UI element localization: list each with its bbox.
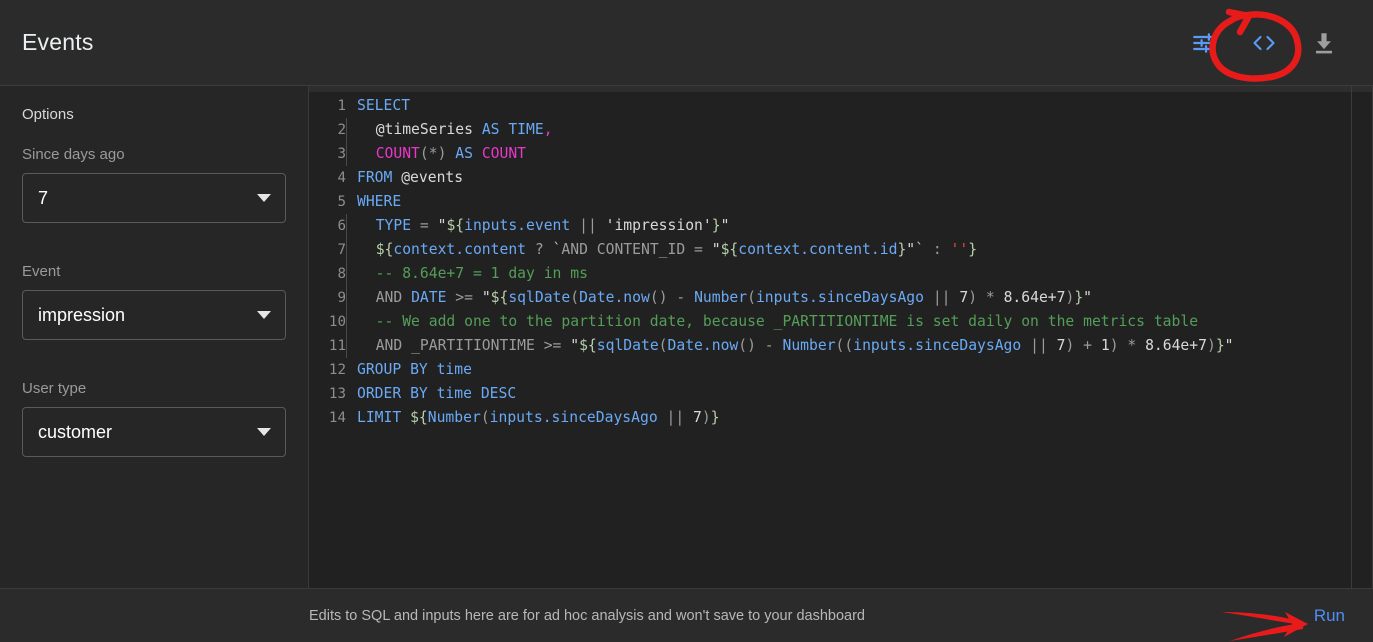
run-button[interactable]: Run (1312, 602, 1347, 630)
code-line-text: SELECT (357, 97, 411, 114)
code-line: 14 LIMIT ${Number(inputs.sinceDaysAgo || … (309, 406, 1372, 430)
sql-editor-panel: Events Options Since days ago 7 Event im… (0, 0, 1373, 642)
code-line-text: -- 8.64e+7 = 1 day in ms (346, 262, 588, 286)
user-type-select[interactable]: customer (22, 407, 286, 457)
line-number: 12 (328, 362, 346, 378)
code-line-text: WHERE (357, 193, 402, 210)
line-number: 5 (337, 194, 346, 210)
user-type-value: customer (38, 421, 113, 442)
code-icon-glyph (1253, 35, 1275, 50)
event-value: impression (38, 304, 126, 325)
field-since-days-ago: Since days ago 7 (22, 146, 286, 223)
editor-scroll-rule (1351, 86, 1352, 588)
field-event: Event impression (22, 263, 286, 340)
code-line: 7 ${context.content ? `AND CONTENT_ID = … (309, 238, 1372, 262)
code-line: 1 SELECT (309, 94, 1372, 118)
code-line: 3 COUNT(*) AS COUNT (309, 142, 1372, 166)
code-line-text: AND DATE >= "${sqlDate(Date.now() - Numb… (346, 286, 1092, 310)
editor-region: 1 SELECT 2 @timeSeries AS TIME, 3 COUNT(*) … (309, 86, 1373, 588)
code-line: 8 -- 8.64e+7 = 1 day in ms (309, 262, 1372, 286)
sql-code-editor[interactable]: 1 SELECT 2 @timeSeries AS TIME, 3 COUNT(*) … (309, 92, 1372, 588)
code-icon[interactable] (1247, 26, 1281, 60)
tune-icon-glyph (1193, 32, 1216, 53)
code-line-text: FROM @events (357, 169, 464, 186)
code-line: 4 FROM @events (309, 166, 1372, 190)
line-number: 13 (328, 386, 346, 402)
code-line-text: AND _PARTITIONTIME >= "${sqlDate(Date.no… (346, 334, 1234, 358)
code-line-text: ${context.content ? `AND CONTENT_ID = "$… (346, 238, 977, 262)
editor-footer: Edits to SQL and inputs here are for ad … (0, 588, 1373, 642)
chevron-down-icon (257, 428, 271, 436)
footer-note: Edits to SQL and inputs here are for ad … (309, 607, 865, 624)
code-line-text: ORDER BY time DESC (357, 385, 517, 402)
code-line-text: LIMIT ${Number(inputs.sinceDaysAgo || 7)… (357, 409, 720, 426)
line-number: 14 (328, 410, 346, 426)
code-line-text: -- We add one to the partition date, bec… (346, 310, 1198, 334)
field-label-event: Event (22, 263, 61, 280)
download-icon[interactable] (1307, 26, 1341, 60)
code-line-text: TYPE = "${inputs.event || 'impression'}" (346, 214, 729, 238)
code-line-text: @timeSeries AS TIME, (346, 118, 553, 142)
code-line-text: COUNT(*) AS COUNT (346, 142, 526, 166)
code-line: 6 TYPE = "${inputs.event || 'impression'… (309, 214, 1372, 238)
line-number: 1 (337, 98, 346, 114)
code-line-text: GROUP BY time (357, 361, 472, 378)
options-sidebar: Options Since days ago 7 Event impressio… (0, 86, 309, 588)
app-header: Events (0, 0, 1373, 86)
code-line: 2 @timeSeries AS TIME, (309, 118, 1372, 142)
options-heading: Options (22, 106, 74, 123)
field-label-user-type: User type (22, 380, 87, 397)
chevron-down-icon (257, 311, 271, 319)
header-actions (1187, 26, 1351, 60)
download-icon-glyph (1315, 32, 1333, 53)
page-title: Events (22, 29, 94, 55)
code-line: 11 AND _PARTITIONTIME >= "${sqlDate(Date… (309, 334, 1372, 358)
code-line: 13 ORDER BY time DESC (309, 382, 1372, 406)
panel-body: Options Since days ago 7 Event impressio… (0, 86, 1373, 588)
code-line: 9 AND DATE >= "${sqlDate(Date.now() - Nu… (309, 286, 1372, 310)
code-line: 10 -- We add one to the partition date, … (309, 310, 1372, 334)
field-label-since-days-ago: Since days ago (22, 146, 125, 163)
code-line: 5 WHERE (309, 190, 1372, 214)
event-select[interactable]: impression (22, 290, 286, 340)
since-days-ago-select[interactable]: 7 (22, 173, 286, 223)
code-line: 12 GROUP BY time (309, 358, 1372, 382)
since-days-ago-value: 7 (38, 187, 49, 208)
chevron-down-icon (257, 194, 271, 202)
field-user-type: User type customer (22, 380, 286, 457)
tune-icon[interactable] (1187, 26, 1221, 60)
line-number: 4 (337, 170, 346, 186)
